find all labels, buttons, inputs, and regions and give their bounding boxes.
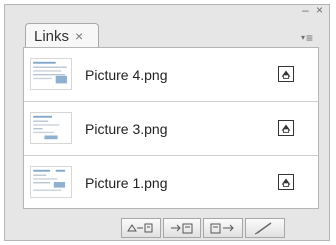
menu-lines-icon: ≡	[306, 31, 314, 45]
tab-links[interactable]: Links ×	[25, 23, 99, 47]
update-link-button[interactable]	[203, 218, 243, 238]
tab-close-icon[interactable]: ×	[75, 28, 83, 44]
links-panel: – × Links × ▾ ≡ Picture 4.png Picture 3.…	[4, 4, 330, 241]
relink-button[interactable]	[121, 218, 161, 238]
link-status-icon[interactable]	[278, 66, 294, 82]
screenshot-thumbnail-icon	[30, 166, 72, 198]
list-item[interactable]: Picture 4.png	[24, 48, 318, 102]
link-filename: Picture 3.png	[85, 121, 168, 137]
goto-link-button[interactable]	[163, 218, 201, 238]
panel-menu-button[interactable]: ▾ ≡	[297, 31, 317, 45]
relink-icon	[127, 223, 153, 233]
screenshot-thumbnail-icon	[30, 112, 72, 144]
link-filename: Picture 4.png	[85, 67, 168, 83]
list-item[interactable]: Picture 3.png	[24, 102, 318, 156]
edit-original-button[interactable]	[245, 218, 285, 238]
minimize-button[interactable]: –	[302, 3, 309, 17]
close-panel-button[interactable]: ×	[316, 3, 323, 17]
list-item[interactable]: Picture 1.png	[24, 156, 318, 210]
link-status-icon[interactable]	[278, 174, 294, 190]
edit-original-icon	[254, 222, 272, 235]
update-link-icon	[210, 223, 234, 234]
links-list: Picture 4.png Picture 3.png Picture 1.pn…	[23, 47, 319, 209]
link-filename: Picture 1.png	[85, 175, 168, 191]
goto-link-icon	[171, 223, 193, 234]
links-toolbar	[23, 214, 319, 240]
link-status-icon[interactable]	[278, 120, 294, 136]
tab-label: Links	[34, 28, 70, 45]
chevron-down-icon: ▾	[300, 33, 305, 42]
window-controls: – ×	[298, 3, 323, 17]
screenshot-thumbnail-icon	[30, 58, 72, 90]
